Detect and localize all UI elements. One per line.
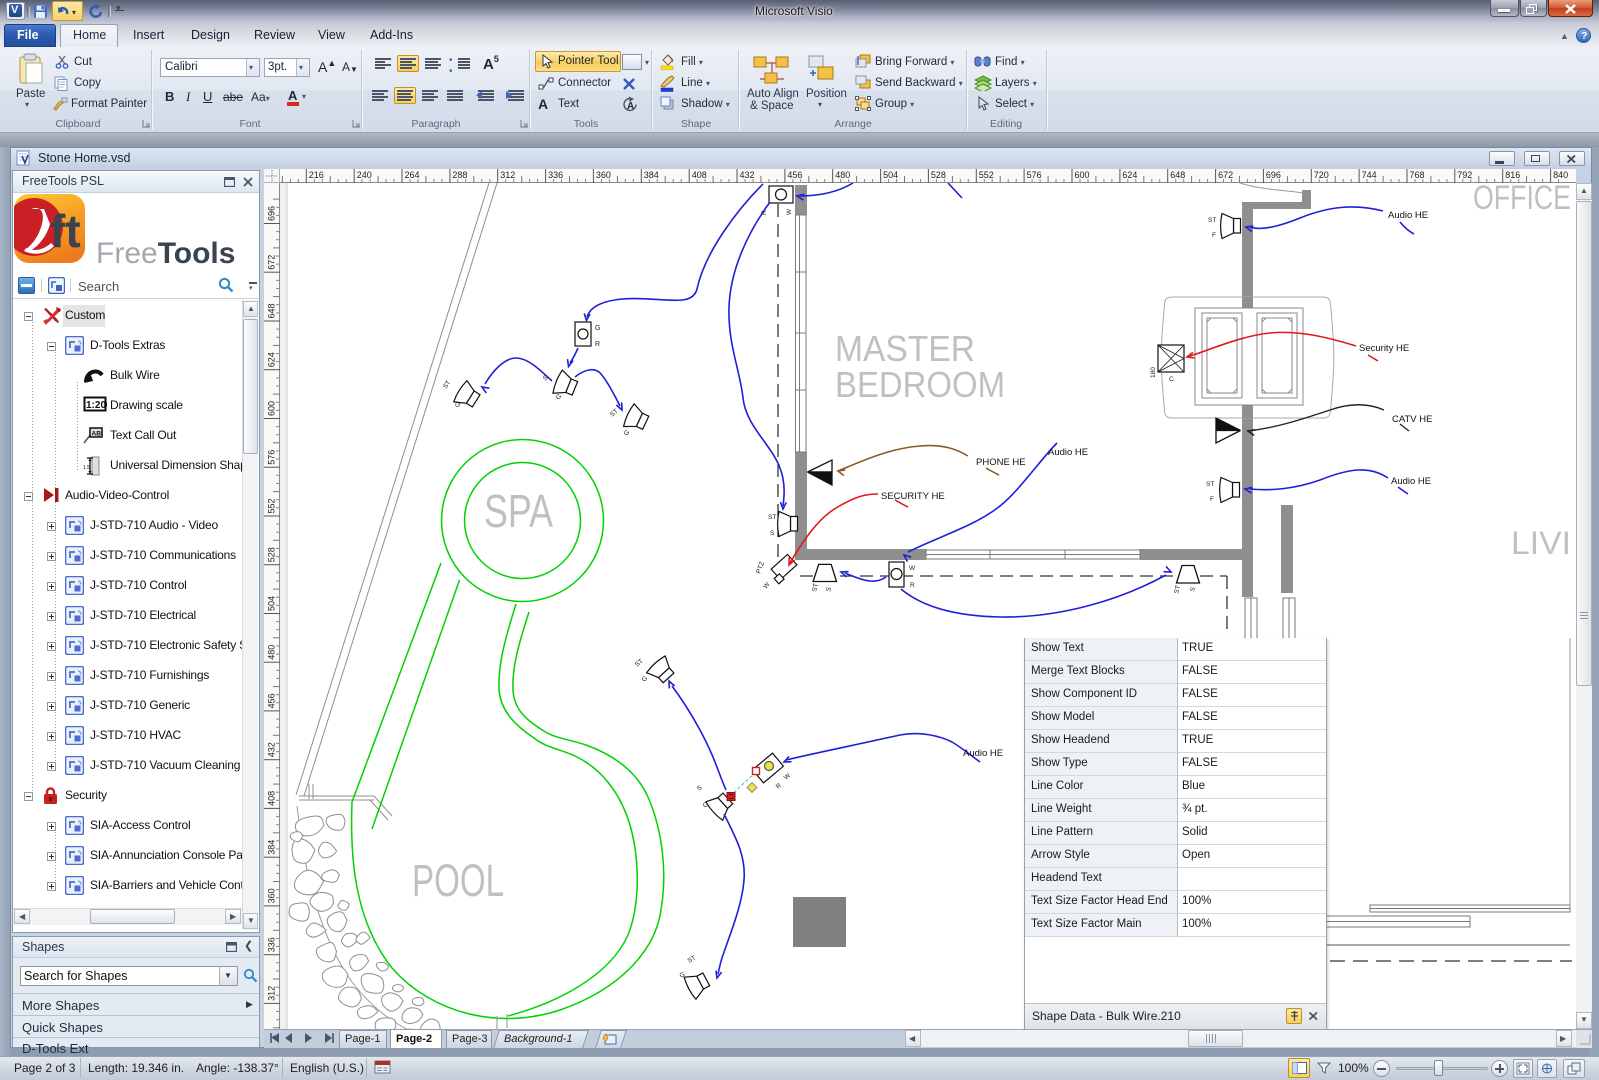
svg-text:360: 360 xyxy=(596,170,611,180)
svg-text:624: 624 xyxy=(1122,170,1137,180)
svg-text:MASTER: MASTER xyxy=(835,328,975,369)
svg-text:696: 696 xyxy=(267,206,277,221)
svg-text:360: 360 xyxy=(267,888,277,903)
svg-text:528: 528 xyxy=(931,170,946,180)
svg-text:480: 480 xyxy=(267,645,277,660)
svg-text:Audio HE: Audio HE xyxy=(1048,447,1088,458)
svg-text:840: 840 xyxy=(1553,170,1568,180)
svg-text:S: S xyxy=(770,530,775,537)
svg-text:504: 504 xyxy=(883,170,898,180)
svg-text:552: 552 xyxy=(267,498,277,513)
svg-text:POOL: POOL xyxy=(412,855,504,906)
svg-text:ABC: ABC xyxy=(92,431,104,438)
svg-text:384: 384 xyxy=(267,840,277,855)
svg-text:OFFICE: OFFICE xyxy=(1473,183,1571,217)
svg-text:1:200: 1:200 xyxy=(86,400,107,411)
svg-text:336: 336 xyxy=(267,937,277,952)
svg-text:1.5: 1.5 xyxy=(83,465,90,471)
svg-text:576: 576 xyxy=(267,450,277,465)
svg-text:744: 744 xyxy=(1362,170,1377,180)
svg-text:ST: ST xyxy=(1208,217,1216,224)
svg-text:504: 504 xyxy=(267,596,277,611)
svg-text:C: C xyxy=(1169,376,1174,383)
svg-text:F: F xyxy=(1212,232,1216,239)
svg-text:720: 720 xyxy=(1314,170,1329,180)
svg-text:648: 648 xyxy=(267,303,277,318)
svg-text:Audio HE: Audio HE xyxy=(963,748,1003,759)
svg-text:336: 336 xyxy=(548,170,563,180)
svg-text:312: 312 xyxy=(500,170,515,180)
svg-text:216: 216 xyxy=(309,170,324,180)
svg-text:BEDROOM: BEDROOM xyxy=(835,364,1005,405)
svg-text:456: 456 xyxy=(267,693,277,708)
svg-text:456: 456 xyxy=(787,170,802,180)
svg-text:ST: ST xyxy=(768,514,776,521)
svg-text:CATV HE: CATV HE xyxy=(1392,414,1432,425)
svg-text:408: 408 xyxy=(267,791,277,806)
svg-text:A: A xyxy=(627,101,634,112)
svg-text:288: 288 xyxy=(452,170,467,180)
svg-text:240: 240 xyxy=(357,170,372,180)
svg-text:600: 600 xyxy=(267,401,277,416)
svg-text:696: 696 xyxy=(1266,170,1281,180)
svg-text:SPA: SPA xyxy=(484,485,553,537)
svg-text:816: 816 xyxy=(1505,170,1520,180)
svg-text:F: F xyxy=(1210,496,1214,503)
svg-text:528: 528 xyxy=(267,547,277,562)
svg-text:180: 180 xyxy=(1150,367,1157,378)
svg-text:ft: ft xyxy=(50,205,81,257)
svg-text:624: 624 xyxy=(267,352,277,367)
svg-text:576: 576 xyxy=(1027,170,1042,180)
svg-text:672: 672 xyxy=(267,255,277,270)
svg-text:R: R xyxy=(595,341,600,348)
svg-text:432: 432 xyxy=(267,742,277,757)
svg-text:R: R xyxy=(761,210,768,215)
svg-text:384: 384 xyxy=(644,170,659,180)
svg-text:W: W xyxy=(786,208,793,215)
svg-text:648: 648 xyxy=(1170,170,1185,180)
svg-text:480: 480 xyxy=(835,170,850,180)
svg-text:PHONE HE: PHONE HE xyxy=(976,457,1026,468)
svg-text:792: 792 xyxy=(1457,170,1472,180)
svg-text:Audio HE: Audio HE xyxy=(1391,476,1431,487)
svg-text:552: 552 xyxy=(979,170,994,180)
svg-text:SECURITY HE: SECURITY HE xyxy=(881,491,945,502)
svg-text:264: 264 xyxy=(405,170,420,180)
svg-text:Security HE: Security HE xyxy=(1359,343,1409,354)
svg-text:312: 312 xyxy=(267,986,277,1001)
svg-text:R: R xyxy=(910,582,915,589)
svg-text:600: 600 xyxy=(1075,170,1090,180)
svg-text:768: 768 xyxy=(1410,170,1425,180)
svg-text:Audio HE: Audio HE xyxy=(1388,210,1428,221)
svg-text:LIVI: LIVI xyxy=(1511,525,1571,561)
svg-text:W: W xyxy=(909,565,916,572)
svg-text:432: 432 xyxy=(740,170,755,180)
svg-text:408: 408 xyxy=(692,170,707,180)
svg-text:G: G xyxy=(595,325,600,332)
svg-text:ST: ST xyxy=(1206,481,1214,488)
svg-text:672: 672 xyxy=(1218,170,1233,180)
